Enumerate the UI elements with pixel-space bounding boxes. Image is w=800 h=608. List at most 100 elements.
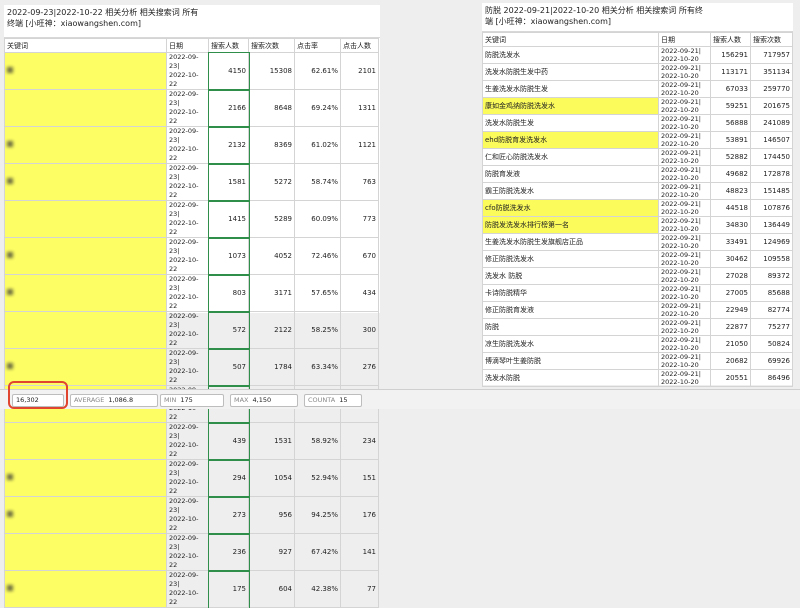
clicks-cell[interactable]: 234 (340, 422, 379, 460)
people-cell[interactable]: 507 (207, 347, 250, 387)
ctr-cell[interactable]: 60.09% (294, 200, 341, 238)
keyword-cell-redacted[interactable] (4, 237, 167, 275)
keyword-cell-redacted[interactable] (4, 274, 167, 312)
clicks-cell[interactable]: 276 (340, 348, 379, 386)
keyword-cell-redacted[interactable] (4, 570, 167, 608)
date-cell[interactable]: 2022-09-21| 2022-10-20 (658, 284, 711, 302)
times-cell[interactable]: 86496 (750, 369, 793, 387)
date-cell[interactable]: 2022-09-21| 2022-10-20 (658, 199, 711, 217)
left-column-header[interactable]: 搜索次数 (248, 38, 295, 53)
keyword-cell[interactable]: 霸王防脱洗发水 (482, 182, 659, 200)
right-column-header[interactable]: 搜索人数 (710, 32, 751, 47)
date-cell[interactable]: 2022-09-21| 2022-10-20 (658, 114, 711, 132)
date-cell[interactable]: 2022-09-21| 2022-10-20 (658, 267, 711, 285)
people-cell[interactable]: 273 (207, 495, 250, 535)
people-cell[interactable]: 21050 (710, 335, 751, 353)
left-column-header[interactable]: 日期 (166, 38, 209, 53)
keyword-cell[interactable]: 防脱洗发水 (482, 46, 659, 64)
clicks-cell[interactable]: 300 (340, 311, 379, 349)
people-cell[interactable]: 1581 (207, 162, 250, 202)
date-cell[interactable]: 2022-09-23| 2022-10-22 (166, 52, 209, 90)
keyword-cell[interactable]: 康如金鸡纳防脱洗发水 (482, 97, 659, 115)
times-cell[interactable]: 172878 (750, 165, 793, 183)
people-cell[interactable]: 572 (207, 310, 250, 350)
people-cell[interactable]: 175 (207, 569, 250, 608)
clicks-cell[interactable]: 2101 (340, 52, 379, 90)
date-cell[interactable]: 2022-09-23| 2022-10-22 (166, 348, 209, 386)
times-cell[interactable]: 4052 (248, 237, 295, 275)
ctr-cell[interactable]: 52.94% (294, 459, 341, 497)
clicks-cell[interactable]: 1311 (340, 89, 379, 127)
people-cell[interactable]: 52882 (710, 148, 751, 166)
keyword-cell-redacted[interactable] (4, 422, 167, 460)
keyword-cell[interactable]: 修正防脱洗发水 (482, 250, 659, 268)
keyword-cell[interactable]: 防脱育发液 (482, 165, 659, 183)
times-cell[interactable]: 89372 (750, 267, 793, 285)
clicks-cell[interactable]: 77 (340, 570, 379, 608)
people-cell[interactable]: 439 (207, 421, 250, 461)
date-cell[interactable]: 2022-09-21| 2022-10-20 (658, 165, 711, 183)
date-cell[interactable]: 2022-09-23| 2022-10-22 (166, 163, 209, 201)
people-cell[interactable]: 1415 (207, 199, 250, 239)
people-cell[interactable]: 59251 (710, 97, 751, 115)
people-cell[interactable]: 20551 (710, 369, 751, 387)
date-cell[interactable]: 2022-09-23| 2022-10-22 (166, 422, 209, 460)
clicks-cell[interactable]: 151 (340, 459, 379, 497)
date-cell[interactable]: 2022-09-21| 2022-10-20 (658, 335, 711, 353)
keyword-cell-redacted[interactable] (4, 533, 167, 571)
people-cell[interactable]: 53891 (710, 131, 751, 149)
people-cell[interactable]: 156291 (710, 46, 751, 64)
right-column-header[interactable]: 日期 (658, 32, 711, 47)
keyword-cell-redacted[interactable] (4, 311, 167, 349)
times-cell[interactable]: 604 (248, 570, 295, 608)
date-cell[interactable]: 2022-09-21| 2022-10-20 (658, 216, 711, 234)
keyword-cell[interactable]: 博滴琴叶生姜防脱 (482, 352, 659, 370)
people-cell[interactable]: 67033 (710, 80, 751, 98)
people-cell[interactable]: 20682 (710, 352, 751, 370)
times-cell[interactable]: 136449 (750, 216, 793, 234)
keyword-cell[interactable]: 防脱 (482, 318, 659, 336)
times-cell[interactable]: 1784 (248, 348, 295, 386)
clicks-cell[interactable]: 670 (340, 237, 379, 275)
ctr-cell[interactable]: 42.38% (294, 570, 341, 608)
clicks-cell[interactable]: 763 (340, 163, 379, 201)
keyword-cell-redacted[interactable] (4, 52, 167, 90)
keyword-cell[interactable]: 生姜洗发水防脱生发旗舰店正品 (482, 233, 659, 251)
times-cell[interactable]: 201675 (750, 97, 793, 115)
people-cell[interactable]: 27005 (710, 284, 751, 302)
ctr-cell[interactable]: 62.61% (294, 52, 341, 90)
date-cell[interactable]: 2022-09-23| 2022-10-22 (166, 459, 209, 497)
people-cell[interactable]: 49682 (710, 165, 751, 183)
ctr-cell[interactable]: 69.24% (294, 89, 341, 127)
date-cell[interactable]: 2022-09-21| 2022-10-20 (658, 301, 711, 319)
people-cell[interactable]: 27028 (710, 267, 751, 285)
date-cell[interactable]: 2022-09-21| 2022-10-20 (658, 369, 711, 387)
ctr-cell[interactable]: 57.65% (294, 274, 341, 312)
ctr-cell[interactable]: 72.46% (294, 237, 341, 275)
right-column-header[interactable]: 关键词 (482, 32, 659, 47)
times-cell[interactable]: 3171 (248, 274, 295, 312)
people-cell[interactable]: 236 (207, 532, 250, 572)
date-cell[interactable]: 2022-09-21| 2022-10-20 (658, 80, 711, 98)
date-cell[interactable]: 2022-09-21| 2022-10-20 (658, 233, 711, 251)
keyword-cell-redacted[interactable] (4, 163, 167, 201)
people-cell[interactable]: 34830 (710, 216, 751, 234)
date-cell[interactable]: 2022-09-23| 2022-10-22 (166, 89, 209, 127)
times-cell[interactable]: 2122 (248, 311, 295, 349)
date-cell[interactable]: 2022-09-21| 2022-10-20 (658, 131, 711, 149)
keyword-cell-redacted[interactable] (4, 459, 167, 497)
people-cell[interactable]: 33491 (710, 233, 751, 251)
keyword-cell[interactable]: cfo防脱洗发水 (482, 199, 659, 217)
date-cell[interactable]: 2022-09-23| 2022-10-22 (166, 311, 209, 349)
max-indicator[interactable]: MAX 4,150 (230, 394, 298, 407)
keyword-cell[interactable]: ehd防脱育发洗发水 (482, 131, 659, 149)
times-cell[interactable]: 82774 (750, 301, 793, 319)
times-cell[interactable]: 8369 (248, 126, 295, 164)
min-indicator[interactable]: MIN 175 (160, 394, 224, 407)
times-cell[interactable]: 146507 (750, 131, 793, 149)
date-cell[interactable]: 2022-09-23| 2022-10-22 (166, 570, 209, 608)
people-cell[interactable]: 30462 (710, 250, 751, 268)
keyword-cell[interactable]: 凉生防脱洗发水 (482, 335, 659, 353)
ctr-cell[interactable]: 58.74% (294, 163, 341, 201)
keyword-cell-redacted[interactable] (4, 200, 167, 238)
